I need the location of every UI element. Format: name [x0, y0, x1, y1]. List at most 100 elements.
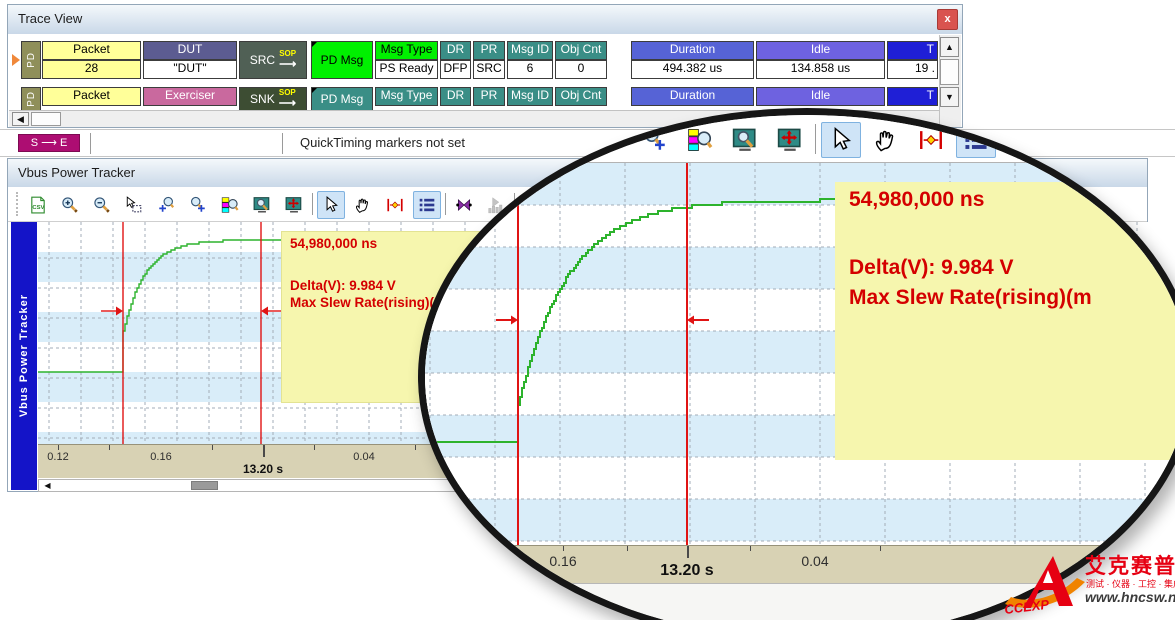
idle-header[interactable]: Idle [756, 41, 885, 60]
axis-tick [58, 445, 59, 450]
close-button[interactable]: x [937, 9, 958, 30]
duration-header[interactable]: Duration [631, 41, 754, 60]
time-header[interactable]: T [887, 87, 938, 106]
duration-value[interactable]: 494.382 us [631, 60, 754, 79]
table-hscroll-left-button[interactable]: ◀ [12, 112, 29, 126]
pan-hand-icon[interactable] [866, 122, 906, 158]
source-value[interactable]: "DUT" [143, 60, 237, 79]
legend-list-icon[interactable] [956, 122, 996, 158]
pd-msg-cell[interactable]: PD Msg [311, 41, 373, 79]
marker-arrowhead-left [511, 316, 518, 325]
logo-url[interactable]: www.hncsw.net [1085, 589, 1175, 605]
packet-number[interactable]: 28 [42, 60, 141, 79]
axis-tick [627, 546, 628, 551]
screen-zoom-icon[interactable] [725, 122, 765, 158]
toolbar-separator [90, 133, 91, 154]
screenshot-stage: Trace View x PDPacket28DUT"DUT"SRCSOP⟶PD… [0, 0, 1175, 620]
accexp-logo: CCEXP 艾克赛普 测试 · 仪器 · 工控 · 集成 www.hncsw.n… [1001, 550, 1173, 616]
source-header[interactable]: DUT [143, 41, 237, 60]
marker-arrowhead-left [116, 307, 123, 316]
lens-annotation-slew-rate: Max Slew Rate(rising)(m [849, 286, 1175, 310]
sop-cell[interactable]: SRCSOP⟶ [239, 41, 307, 79]
screen-center-icon[interactable] [280, 191, 308, 219]
pd-msg-cell[interactable]: PD Msg [311, 87, 373, 111]
zoom-prev-icon[interactable] [152, 191, 180, 219]
toolbar-separator [815, 124, 816, 154]
table-vscroll-down-button[interactable]: ▼ [940, 87, 959, 107]
msg-type-value[interactable]: PS Ready [375, 60, 438, 79]
table-vscroll-thumb[interactable] [940, 59, 959, 85]
pr-header[interactable]: PR [473, 87, 505, 106]
dr-value[interactable]: DFP [440, 60, 471, 79]
color-map-icon[interactable] [680, 122, 720, 158]
obj-cnt-header[interactable]: Obj Cnt [555, 41, 607, 60]
row-marker [12, 54, 20, 66]
time-value[interactable]: 19 . [887, 60, 938, 79]
marker-arrowhead-right [261, 307, 268, 316]
time-markers-icon[interactable] [911, 122, 951, 158]
table-vscroll-up-button[interactable]: ▲ [940, 37, 959, 57]
dr-header[interactable]: DR [440, 87, 471, 106]
pan-hand-icon[interactable] [349, 191, 377, 219]
cell-corner-mark [312, 88, 317, 93]
row-group-label[interactable]: PD [21, 87, 41, 111]
axis-label: 0.16 [150, 451, 171, 463]
axis-label: 0.16 [549, 553, 576, 569]
axis-tick [314, 445, 315, 450]
zoom-region-icon[interactable] [120, 191, 148, 219]
axis-tick [212, 445, 213, 450]
lens-annotation-delta-v: Delta(V): 9.984 V [849, 256, 1175, 280]
sop-arrow-icon: ⟶ [279, 58, 296, 70]
vbus-waveform [38, 240, 281, 372]
start-end-marker-button[interactable]: S ⟶ E [18, 134, 80, 152]
msg-id-value[interactable]: 6 [507, 60, 553, 79]
zoom-next-icon[interactable] [184, 191, 212, 219]
axis-label: 0.04 [353, 451, 374, 463]
axis-center-tick [263, 445, 265, 457]
axis-center-label: 13.20 s [243, 462, 283, 476]
axis-center-tick [687, 546, 689, 558]
packet-header[interactable]: Packet [42, 41, 141, 60]
idle-header[interactable]: Idle [756, 87, 885, 106]
lens-annotation: 54,980,000 ns Delta(V): 9.984 V Max Slew… [835, 182, 1175, 460]
duration-header[interactable]: Duration [631, 87, 754, 106]
zoom-next-icon[interactable] [635, 122, 675, 158]
screen-center-icon[interactable] [770, 122, 810, 158]
screen-zoom-icon[interactable] [248, 191, 276, 219]
pr-header[interactable]: PR [473, 41, 505, 60]
plot-hscroll-thumb[interactable] [191, 481, 218, 490]
toolbar-separator [312, 193, 313, 215]
row-group-label[interactable]: PD [21, 41, 41, 79]
toolbar-grip[interactable] [16, 192, 22, 216]
accexp-logo-mark: CCEXP [1001, 552, 1089, 616]
plot-hscroll-left-button[interactable]: ◀ [40, 480, 55, 491]
trace-view-titlebar[interactable]: Trace View x [8, 5, 962, 35]
obj-cnt-header[interactable]: Obj Cnt [555, 87, 607, 106]
msg-id-header[interactable]: Msg ID [507, 87, 553, 106]
sop-role: SRC [250, 53, 275, 67]
obj-cnt-value[interactable]: 0 [555, 60, 607, 79]
table-hscroll-thumb[interactable] [31, 112, 61, 126]
dr-header[interactable]: DR [440, 41, 471, 60]
color-map-icon[interactable] [216, 191, 244, 219]
row-group-text: PD [26, 52, 37, 68]
csv-export-icon[interactable]: CSV [24, 191, 52, 219]
msg-type-header[interactable]: Msg Type [375, 87, 438, 106]
msg-id-header[interactable]: Msg ID [507, 41, 553, 60]
axis-center-label: 13.20 s [660, 562, 713, 580]
lens-chart: 54,980,000 ns Delta(V): 9.984 V Max Slew… [425, 163, 1175, 545]
pr-value[interactable]: SRC [473, 60, 505, 79]
time-markers-icon[interactable] [381, 191, 409, 219]
sop-cell[interactable]: SNKSOP⟶ [239, 87, 307, 111]
zoom-out-icon[interactable] [88, 191, 116, 219]
source-header[interactable]: Exerciser [143, 87, 237, 106]
idle-value[interactable]: 134.858 us [756, 60, 885, 79]
axis-tick [880, 546, 881, 551]
time-header[interactable]: T [887, 41, 938, 60]
vbus-banner: Vbus Power Tracker [11, 222, 37, 490]
select-cursor-icon[interactable] [317, 191, 345, 219]
zoom-in-icon[interactable] [56, 191, 84, 219]
msg-type-header[interactable]: Msg Type [375, 41, 438, 60]
packet-header[interactable]: Packet [42, 87, 141, 106]
select-cursor-icon[interactable] [821, 122, 861, 158]
